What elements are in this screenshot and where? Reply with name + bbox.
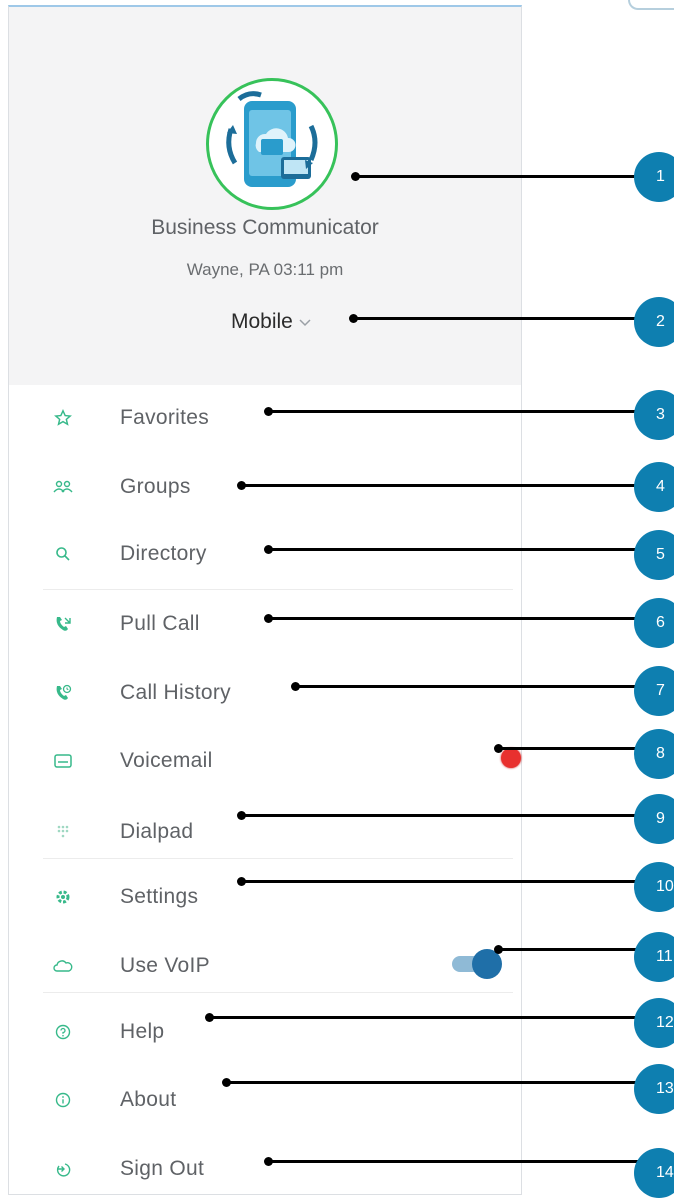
callout-line [242, 814, 641, 817]
callout-number: 10 [634, 862, 674, 912]
voicemail-badge [501, 748, 521, 768]
callout-number: 5 [634, 530, 674, 580]
menu-item-help[interactable]: Help [49, 1007, 509, 1057]
menu-item-sign-out[interactable]: Sign Out [49, 1144, 509, 1194]
callout-line [242, 880, 641, 883]
drawer-header: Business Communicator Wayne, PA 03:11 pm… [9, 7, 521, 385]
menu-item-label: Favorites [120, 406, 210, 429]
divider [43, 992, 513, 993]
callout-line [269, 1160, 641, 1163]
menu-item-voicemail[interactable]: Voicemail [49, 736, 521, 786]
sign-out-icon [49, 1155, 77, 1183]
menu-item-directory[interactable]: Directory [49, 529, 509, 579]
menu-item-label: Help [120, 1020, 165, 1043]
callout-line [499, 948, 641, 951]
mode-selector[interactable]: Mobile [231, 307, 311, 337]
menu-item-label: Groups [120, 475, 191, 498]
menu-item-use-voip[interactable]: Use VoIP [49, 941, 509, 991]
menu-item-label: Voicemail [120, 749, 213, 772]
chevron-down-icon [299, 319, 311, 327]
cloud-icon [49, 952, 77, 980]
callout-number: 13 [634, 1064, 674, 1114]
search-icon [49, 540, 77, 568]
callout-line [499, 747, 641, 750]
menu-item-label: Use VoIP [120, 954, 210, 977]
call-history-icon [49, 679, 77, 707]
gear-icon [49, 883, 77, 911]
help-icon [49, 1018, 77, 1046]
callout-number: 8 [634, 729, 674, 779]
callout-number: 7 [634, 666, 674, 716]
voicemail-icon [49, 747, 77, 775]
menu-item-label: Pull Call [120, 612, 200, 635]
callout-line [354, 317, 641, 320]
callout-number: 2 [634, 297, 674, 347]
callout-number: 12 [634, 998, 674, 1048]
callout-number: 6 [634, 598, 674, 648]
callout-line [356, 175, 641, 178]
callout-number: 9 [634, 794, 674, 844]
divider [43, 589, 513, 590]
menu-item-pull-call[interactable]: Pull Call [49, 599, 509, 649]
pull-call-icon [49, 610, 77, 638]
callout-number: 11 [634, 932, 674, 982]
app-name: Business Communicator [151, 216, 379, 239]
callout-line [227, 1081, 641, 1084]
callout-line [296, 685, 641, 688]
star-icon [49, 404, 77, 432]
menu-item-label: Call History [120, 681, 231, 704]
menu-item-label: Directory [120, 542, 207, 565]
dialpad-icon [49, 818, 77, 846]
callout-number: 3 [634, 390, 674, 440]
groups-icon [49, 473, 77, 501]
menu-item-favorites[interactable]: Favorites [49, 393, 509, 443]
callout-number: 1 [634, 152, 674, 202]
menu-item-label: About [120, 1088, 177, 1111]
app-logo-icon [206, 78, 338, 210]
callout-line [242, 484, 641, 487]
menu-item-label: Settings [120, 885, 199, 908]
menu-item-label: Sign Out [120, 1157, 205, 1180]
callout-number: 14 [634, 1148, 674, 1198]
mode-label: Mobile [231, 310, 293, 333]
divider [43, 858, 513, 859]
menu-item-groups[interactable]: Groups [49, 462, 509, 512]
callout-line [269, 410, 641, 413]
menu-item-label: Dialpad [120, 820, 194, 843]
info-icon [49, 1086, 77, 1114]
callout-number: 4 [634, 462, 674, 512]
callout-line [269, 617, 641, 620]
location-time: Wayne, PA 03:11 pm [186, 260, 344, 279]
corner-decoration [628, 0, 674, 10]
callout-line [269, 548, 641, 551]
menu-item-call-history[interactable]: Call History [49, 668, 509, 718]
callout-line [210, 1016, 641, 1019]
